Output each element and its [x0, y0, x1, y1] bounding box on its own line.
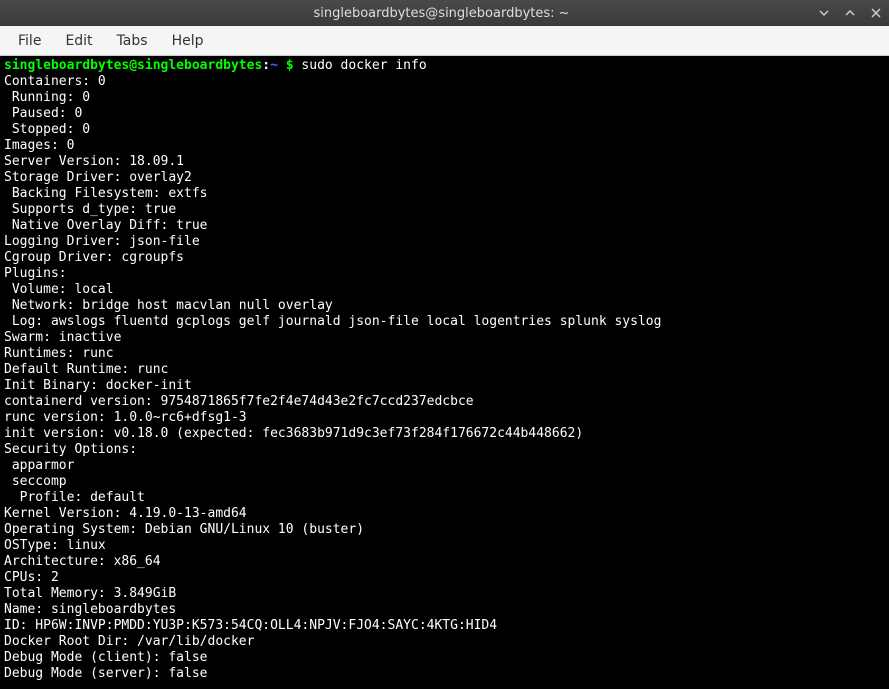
output-line: OSType: linux	[4, 538, 885, 554]
menu-help[interactable]: Help	[160, 29, 216, 53]
output-line: Containers: 0	[4, 74, 885, 90]
output-line: Backing Filesystem: extfs	[4, 186, 885, 202]
output-line: Stopped: 0	[4, 122, 885, 138]
menubar: File Edit Tabs Help	[0, 26, 889, 56]
output-line: runc version: 1.0.0~rc6+dfsg1-3	[4, 410, 885, 426]
output-line: Operating System: Debian GNU/Linux 10 (b…	[4, 522, 885, 538]
output-line: Architecture: x86_64	[4, 554, 885, 570]
output-line: Runtimes: runc	[4, 346, 885, 362]
output-line: Log: awslogs fluentd gcplogs gelf journa…	[4, 314, 885, 330]
window-title: singleboardbytes@singleboardbytes: ~	[66, 6, 817, 21]
output-line: Native Overlay Diff: true	[4, 218, 885, 234]
output-line: Cgroup Driver: cgroupfs	[4, 250, 885, 266]
output-line: Total Memory: 3.849GiB	[4, 586, 885, 602]
output-line: Profile: default	[4, 490, 885, 506]
output-line: Swarm: inactive	[4, 330, 885, 346]
output-line: Name: singleboardbytes	[4, 602, 885, 618]
close-button[interactable]	[869, 6, 883, 20]
prompt-separator: :	[262, 58, 270, 73]
output-line: Images: 0	[4, 138, 885, 154]
output-line: Docker Root Dir: /var/lib/docker	[4, 634, 885, 650]
output-line: ID: HP6W:INVP:PMDD:YU3P:K573:54CQ:OLL4:N…	[4, 618, 885, 634]
output-line: Supports d_type: true	[4, 202, 885, 218]
output-line: CPUs: 2	[4, 570, 885, 586]
window-controls	[817, 6, 883, 20]
prompt-userhost: singleboardbytes@singleboardbytes	[4, 58, 262, 73]
prompt-dollar: $	[278, 58, 301, 73]
output-line: Storage Driver: overlay2	[4, 170, 885, 186]
output-line: init version: v0.18.0 (expected: fec3683…	[4, 426, 885, 442]
menu-file[interactable]: File	[6, 29, 53, 53]
output-line: Default Runtime: runc	[4, 362, 885, 378]
terminal-output: Containers: 0 Running: 0 Paused: 0 Stopp…	[4, 74, 885, 682]
output-line: Logging Driver: json-file	[4, 234, 885, 250]
menu-edit[interactable]: Edit	[53, 29, 104, 53]
output-line: Volume: local	[4, 282, 885, 298]
minimize-button[interactable]	[817, 6, 831, 20]
output-line: seccomp	[4, 474, 885, 490]
output-line: apparmor	[4, 458, 885, 474]
prompt-path: ~	[270, 58, 278, 73]
output-line: Paused: 0	[4, 106, 885, 122]
output-line: Debug Mode (client): false	[4, 650, 885, 666]
command-text: sudo docker info	[301, 58, 426, 73]
menu-tabs[interactable]: Tabs	[105, 29, 160, 53]
terminal[interactable]: singleboardbytes@singleboardbytes:~ $ su…	[0, 56, 889, 689]
output-line: Running: 0	[4, 90, 885, 106]
output-line: Kernel Version: 4.19.0-13-amd64	[4, 506, 885, 522]
maximize-button[interactable]	[843, 6, 857, 20]
output-line: Debug Mode (server): false	[4, 666, 885, 682]
output-line: Network: bridge host macvlan null overla…	[4, 298, 885, 314]
output-line: Security Options:	[4, 442, 885, 458]
output-line: containerd version: 9754871865f7fe2f4e74…	[4, 394, 885, 410]
output-line: Plugins:	[4, 266, 885, 282]
titlebar: singleboardbytes@singleboardbytes: ~	[0, 0, 889, 26]
output-line: Init Binary: docker-init	[4, 378, 885, 394]
output-line: Server Version: 18.09.1	[4, 154, 885, 170]
